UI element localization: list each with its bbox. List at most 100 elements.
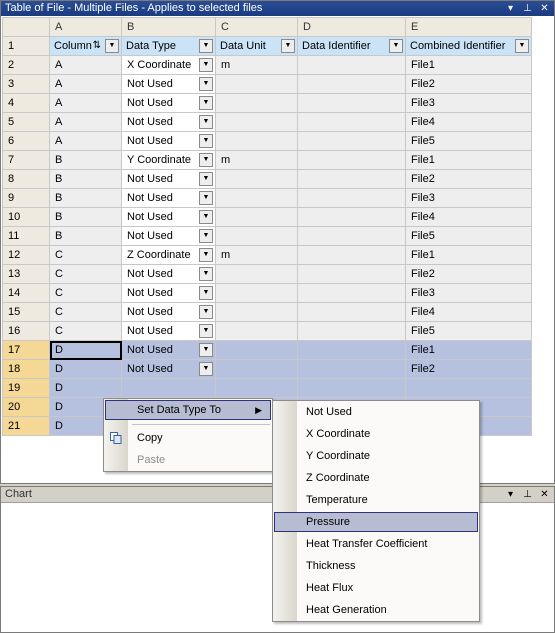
column-header-b[interactable]: B [121, 17, 216, 37]
dropdown-arrow-icon[interactable]: ▼ [199, 172, 213, 186]
data-unit-cell[interactable] [215, 340, 298, 360]
combined-identifier-cell[interactable]: File1 [405, 150, 532, 170]
data-type-dropdown[interactable]: Not Used ▼ [121, 321, 216, 341]
row-number[interactable]: 16 [2, 321, 50, 341]
combined-identifier-filter-header[interactable]: Combined Identifier ▼ [405, 36, 532, 56]
column-cell[interactable]: A [49, 74, 122, 94]
filter-dropdown-icon[interactable]: ▼ [199, 39, 213, 53]
submenu-item-y-coordinate[interactable]: Y Coordinate [274, 446, 478, 466]
table-row[interactable]: 14 C Not Used ▼ File3 [2, 283, 532, 303]
data-type-dropdown[interactable]: X Coordinate ▼ [121, 55, 216, 75]
submenu-item-pressure[interactable]: Pressure [274, 512, 478, 532]
dropdown-arrow-icon[interactable]: ▼ [199, 58, 213, 72]
data-type-dropdown[interactable]: Not Used ▼ [121, 169, 216, 189]
data-type-dropdown[interactable]: Not Used ▼ [121, 359, 216, 379]
dropdown-arrow-icon[interactable]: ▼ [199, 77, 213, 91]
data-unit-cell[interactable] [215, 226, 298, 246]
data-type-filter-header[interactable]: Data Type ▼ [121, 36, 216, 56]
column-cell[interactable]: C [49, 264, 122, 284]
column-cell[interactable]: B [49, 207, 122, 227]
table-row[interactable]: 15 C Not Used ▼ File4 [2, 302, 532, 322]
table-row[interactable]: 10 B Not Used ▼ File4 [2, 207, 532, 227]
data-type-dropdown[interactable]: Not Used ▼ [121, 131, 216, 151]
dropdown-arrow-icon[interactable]: ▼ [199, 210, 213, 224]
dropdown-arrow-icon[interactable]: ▼ [199, 305, 213, 319]
table-row[interactable]: 13 C Not Used ▼ File2 [2, 264, 532, 284]
combined-identifier-cell[interactable]: File1 [405, 55, 532, 75]
corner-cell[interactable] [2, 17, 50, 37]
data-unit-cell[interactable] [215, 93, 298, 113]
data-identifier-cell[interactable] [297, 378, 406, 398]
data-unit-cell[interactable]: m [215, 55, 298, 75]
combined-identifier-cell[interactable]: File4 [405, 112, 532, 132]
row-number[interactable]: 7 [2, 150, 50, 170]
dropdown-arrow-icon[interactable]: ▼ [199, 362, 213, 376]
data-identifier-cell[interactable] [297, 74, 406, 94]
table-row[interactable]: 18 D Not Used ▼ File2 [2, 359, 532, 379]
sort-icon[interactable]: ⇅ [93, 40, 101, 51]
table-row[interactable]: 6 A Not Used ▼ File5 [2, 131, 532, 151]
table-row[interactable]: 12 C Z Coordinate ▼ m File1 [2, 245, 532, 265]
combined-identifier-cell[interactable]: File5 [405, 321, 532, 341]
dropdown-arrow-icon[interactable]: ▼ [199, 343, 213, 357]
submenu-item-not-used[interactable]: Not Used [274, 402, 478, 422]
data-unit-cell[interactable] [215, 169, 298, 189]
column-cell[interactable]: A [49, 55, 122, 75]
data-type-dropdown[interactable]: Not Used ▼ [121, 74, 216, 94]
data-type-dropdown[interactable]: Not Used ▼ [121, 340, 216, 360]
data-identifier-cell[interactable] [297, 131, 406, 151]
submenu-item-z-coordinate[interactable]: Z Coordinate [274, 468, 478, 488]
data-type-dropdown[interactable]: Not Used ▼ [121, 112, 216, 132]
row-number[interactable]: 18 [2, 359, 50, 379]
dropdown-arrow-icon[interactable]: ▼ [199, 191, 213, 205]
table-row[interactable]: 2A X Coordinate ▼ m File1 [2, 55, 532, 75]
combined-identifier-cell[interactable]: File3 [405, 188, 532, 208]
table-row[interactable]: 5 A Not Used ▼ File4 [2, 112, 532, 132]
table-row[interactable]: 17 D Not Used ▼ File1 [2, 340, 532, 360]
row-number[interactable]: 1 [2, 36, 50, 56]
row-number[interactable]: 20 [2, 397, 50, 417]
combined-identifier-cell[interactable]: File2 [405, 264, 532, 284]
table-row[interactable]: 7B Y Coordinate ▼ m File1 [2, 150, 532, 170]
data-identifier-cell[interactable] [297, 112, 406, 132]
data-type-dropdown[interactable]: Not Used ▼ [121, 188, 216, 208]
data-identifier-cell[interactable] [297, 340, 406, 360]
combined-identifier-cell[interactable]: File4 [405, 207, 532, 227]
row-number[interactable]: 13 [2, 264, 50, 284]
column-filter-header[interactable]: Column ⇅ ▼ [49, 36, 122, 56]
data-unit-cell[interactable] [215, 131, 298, 151]
combined-identifier-cell[interactable]: File1 [405, 340, 532, 360]
dropdown-arrow-icon[interactable]: ▼ [199, 153, 213, 167]
data-unit-cell[interactable]: m [215, 150, 298, 170]
submenu-item-heat-transfer-coefficient[interactable]: Heat Transfer Coefficient [274, 534, 478, 554]
column-cell[interactable]: C [49, 283, 122, 303]
data-identifier-cell[interactable] [297, 150, 406, 170]
data-type-dropdown[interactable] [121, 378, 216, 398]
column-cell[interactable]: D [49, 378, 122, 398]
row-number[interactable]: 11 [2, 226, 50, 246]
data-unit-cell[interactable] [215, 283, 298, 303]
row-number[interactable]: 6 [2, 131, 50, 151]
close-icon[interactable]: ✕ [538, 1, 551, 16]
data-identifier-cell[interactable] [297, 264, 406, 284]
dropdown-arrow-icon[interactable]: ▼ [199, 324, 213, 338]
column-cell[interactable]: B [49, 169, 122, 189]
data-type-dropdown[interactable]: Not Used ▼ [121, 93, 216, 113]
data-identifier-cell[interactable] [297, 283, 406, 303]
combined-identifier-cell[interactable]: File3 [405, 283, 532, 303]
data-unit-cell[interactable] [215, 264, 298, 284]
filter-dropdown-icon[interactable]: ▼ [281, 39, 295, 53]
column-cell[interactable]: A [49, 112, 122, 132]
data-type-dropdown[interactable]: Y Coordinate ▼ [121, 150, 216, 170]
combined-identifier-cell[interactable]: File1 [405, 245, 532, 265]
data-type-dropdown[interactable]: Not Used ▼ [121, 226, 216, 246]
set-data-type-menu-item[interactable]: Set Data Type To ▶ [105, 400, 271, 420]
column-header-d[interactable]: D [297, 17, 406, 37]
column-header-e[interactable]: E [405, 17, 532, 37]
pin-icon[interactable]: ⊥ [521, 487, 534, 502]
dropdown-arrow-icon[interactable]: ▼ [199, 248, 213, 262]
column-cell[interactable]: A [49, 93, 122, 113]
column-cell[interactable]: A [49, 131, 122, 151]
data-unit-cell[interactable] [215, 302, 298, 322]
table-row[interactable]: 4 A Not Used ▼ File3 [2, 93, 532, 113]
